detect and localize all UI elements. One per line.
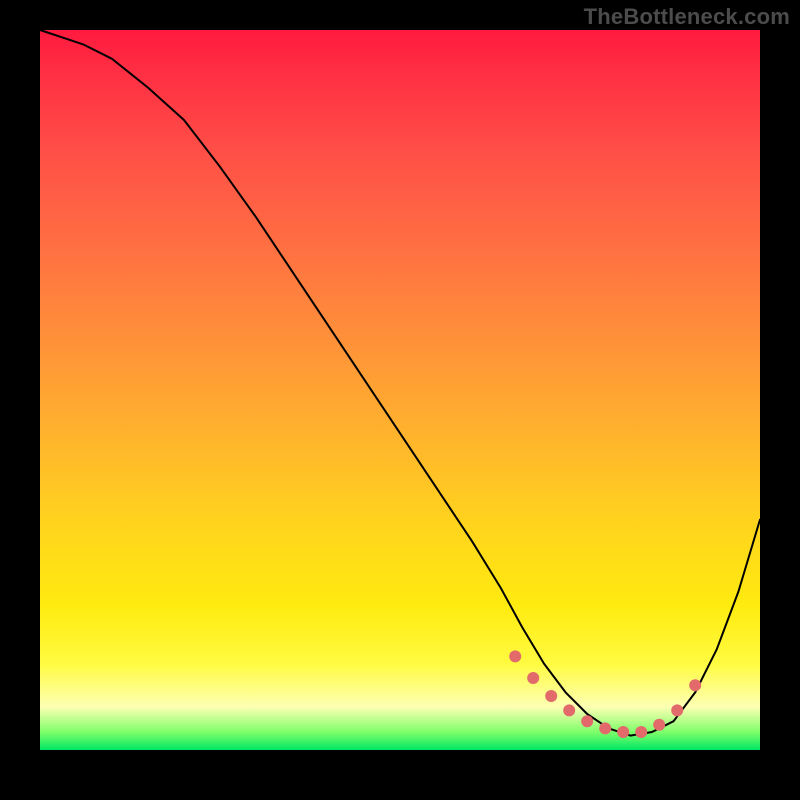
marker-dot [617,726,629,738]
chart-overlay [40,30,760,750]
chart-frame: TheBottleneck.com [0,0,800,800]
optimal-range-markers [509,650,701,738]
marker-dot [563,704,575,716]
marker-dot [509,650,521,662]
marker-dot [635,726,647,738]
marker-dot [581,715,593,727]
marker-dot [653,719,665,731]
watermark-text: TheBottleneck.com [584,4,790,30]
marker-dot [599,722,611,734]
bottleneck-curve [40,30,760,736]
marker-dot [689,679,701,691]
marker-dot [671,704,683,716]
marker-dot [527,672,539,684]
marker-dot [545,690,557,702]
